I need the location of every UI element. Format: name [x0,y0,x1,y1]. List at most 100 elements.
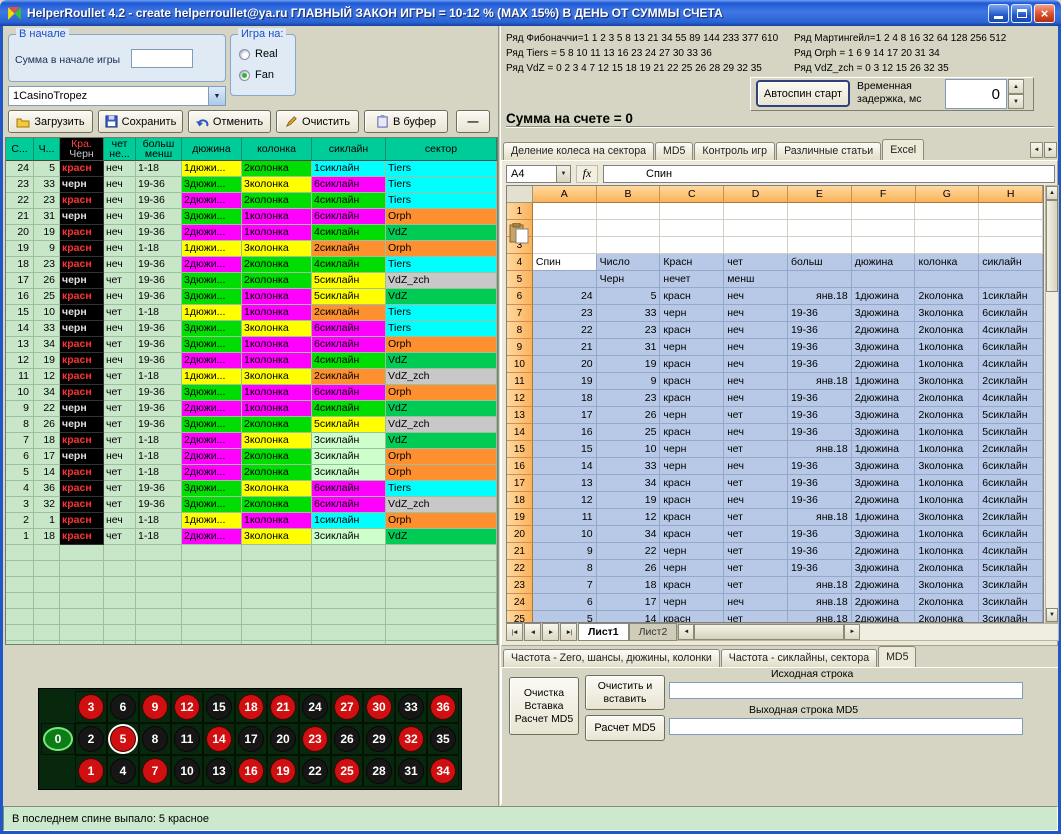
excel-cell-B3[interactable] [597,237,661,254]
excel-cell-F22[interactable]: 3дюжина [852,560,916,577]
excel-cell-E3[interactable] [788,237,852,254]
clear-paste-calc-button[interactable]: Очистка Вставка Расчет MD5 [509,677,579,735]
excel-cell-B15[interactable]: 10 [597,441,661,458]
excel-cell-H12[interactable]: 4сиклайн [979,390,1043,407]
excel-cell-E4[interactable]: больш [788,254,852,271]
cell-name-box[interactable]: A4 [506,165,556,183]
excel-cell-G16[interactable]: 3колонка [915,458,979,475]
excel-row-header-4[interactable]: 4 [507,254,533,271]
excel-cell-D21[interactable]: чет [724,543,788,560]
excel-row-header-7[interactable]: 7 [507,305,533,322]
excel-cell-D8[interactable]: неч [724,322,788,339]
excel-cell-B22[interactable]: 26 [597,560,661,577]
board-number-14[interactable]: 14 [206,726,232,752]
scroll-down-icon[interactable]: ▼ [1046,608,1058,622]
excel-cell-A5[interactable] [533,271,597,288]
board-cell[interactable]: 27 [331,691,363,723]
excel-cell-E11[interactable]: янв.18 [788,373,852,390]
board-cell[interactable]: 30 [363,691,395,723]
main-tab-4[interactable]: Excel [882,139,924,160]
excel-cell-H23[interactable]: 3сиклайн [979,577,1043,594]
excel-cell-D20[interactable]: чет [724,526,788,543]
board-number-20[interactable]: 20 [270,726,296,752]
excel-cell-H1[interactable] [979,203,1043,220]
insert-function-icon[interactable]: fx [576,165,598,183]
excel-cell-H2[interactable] [979,220,1043,237]
excel-cell-H22[interactable]: 5сиклайн [979,560,1043,577]
excel-row-header-14[interactable]: 14 [507,424,533,441]
excel-cell-E5[interactable] [788,271,852,288]
load-button[interactable]: Загрузить [8,110,93,133]
board-cell[interactable]: 31 [395,755,427,787]
excel-cell-A14[interactable]: 16 [533,424,597,441]
board-number-36[interactable]: 36 [430,694,456,720]
excel-cell-G24[interactable]: 2колонка [915,594,979,611]
excel-cell-F15[interactable]: 1дюжина [852,441,916,458]
calc-md5-button[interactable]: Расчет MD5 [585,715,665,741]
horizontal-scroll-thumb[interactable] [694,624,844,640]
sheet-last-button[interactable]: ►| [560,623,577,641]
excel-cell-D12[interactable]: неч [724,390,788,407]
excel-cell-F1[interactable] [852,203,916,220]
excel-cell-D4[interactable]: чет [724,254,788,271]
board-cell[interactable]: 32 [395,723,427,755]
excel-cell-G22[interactable]: 2колонка [915,560,979,577]
excel-cell-D14[interactable]: неч [724,424,788,441]
excel-cell-B7[interactable]: 33 [597,305,661,322]
autospin-start-button[interactable]: Автоспин старт [756,80,850,107]
board-number-19[interactable]: 19 [270,758,296,784]
excel-cell-D19[interactable]: чет [724,509,788,526]
excel-row-header-25[interactable]: 25 [507,611,533,623]
excel-cell-B2[interactable] [597,220,661,237]
board-cell[interactable]: 20 [267,723,299,755]
excel-col-G[interactable]: G [916,186,980,203]
excel-cell-A20[interactable]: 10 [533,526,597,543]
excel-cell-D17[interactable]: чет [724,475,788,492]
vertical-scroll-thumb[interactable] [1046,200,1058,292]
board-cell[interactable]: 33 [395,691,427,723]
board-cell[interactable]: 9 [139,691,171,723]
radio-real[interactable] [239,49,250,60]
excel-cell-C15[interactable]: черн [660,441,724,458]
board-number-31[interactable]: 31 [398,758,424,784]
board-number-16[interactable]: 16 [238,758,264,784]
formula-input[interactable]: Спин [603,165,1055,183]
excel-cell-D18[interactable]: неч [724,492,788,509]
excel-cell-F18[interactable]: 2дюжина [852,492,916,509]
name-box-dropdown-icon[interactable]: ▼ [556,165,571,183]
board-cell[interactable]: 26 [331,723,363,755]
excel-cell-H8[interactable]: 4сиклайн [979,322,1043,339]
excel-cell-H19[interactable]: 2сиклайн [979,509,1043,526]
excel-cell-A2[interactable] [533,220,597,237]
board-cell[interactable]: 8 [139,723,171,755]
excel-cell-A17[interactable]: 13 [533,475,597,492]
close-button[interactable]: × [1034,4,1055,23]
excel-cell-H24[interactable]: 3сиклайн [979,594,1043,611]
excel-cell-A16[interactable]: 14 [533,458,597,475]
excel-cell-B6[interactable]: 5 [597,288,661,305]
main-tab-2[interactable]: Контроль игр [694,142,775,160]
excel-cell-F6[interactable]: 1дюжина [852,288,916,305]
board-cell[interactable]: 23 [299,723,331,755]
excel-row-header-6[interactable]: 6 [507,288,533,305]
board-number-12[interactable]: 12 [174,694,200,720]
board-number-35[interactable]: 35 [430,726,456,752]
board-number-1[interactable]: 1 [78,758,104,784]
excel-cell-G1[interactable] [915,203,979,220]
source-string-input[interactable] [669,682,1023,699]
excel-cell-D1[interactable] [724,203,788,220]
excel-row-header-22[interactable]: 22 [507,560,533,577]
excel-cell-H3[interactable] [979,237,1043,254]
excel-cell-H5[interactable] [979,271,1043,288]
board-number-22[interactable]: 22 [302,758,328,784]
board-number-34[interactable]: 34 [430,758,456,784]
delay-value[interactable]: 0 [992,86,1000,103]
excel-cell-F12[interactable]: 2дюжина [852,390,916,407]
excel-col-F[interactable]: F [852,186,916,203]
excel-cell-C16[interactable]: черн [660,458,724,475]
excel-cell-D15[interactable]: чет [724,441,788,458]
excel-cell-F13[interactable]: 3дюжина [852,407,916,424]
excel-row-header-16[interactable]: 16 [507,458,533,475]
excel-cell-C10[interactable]: красн [660,356,724,373]
tabs-scroll-right-button[interactable]: ► [1044,142,1057,158]
